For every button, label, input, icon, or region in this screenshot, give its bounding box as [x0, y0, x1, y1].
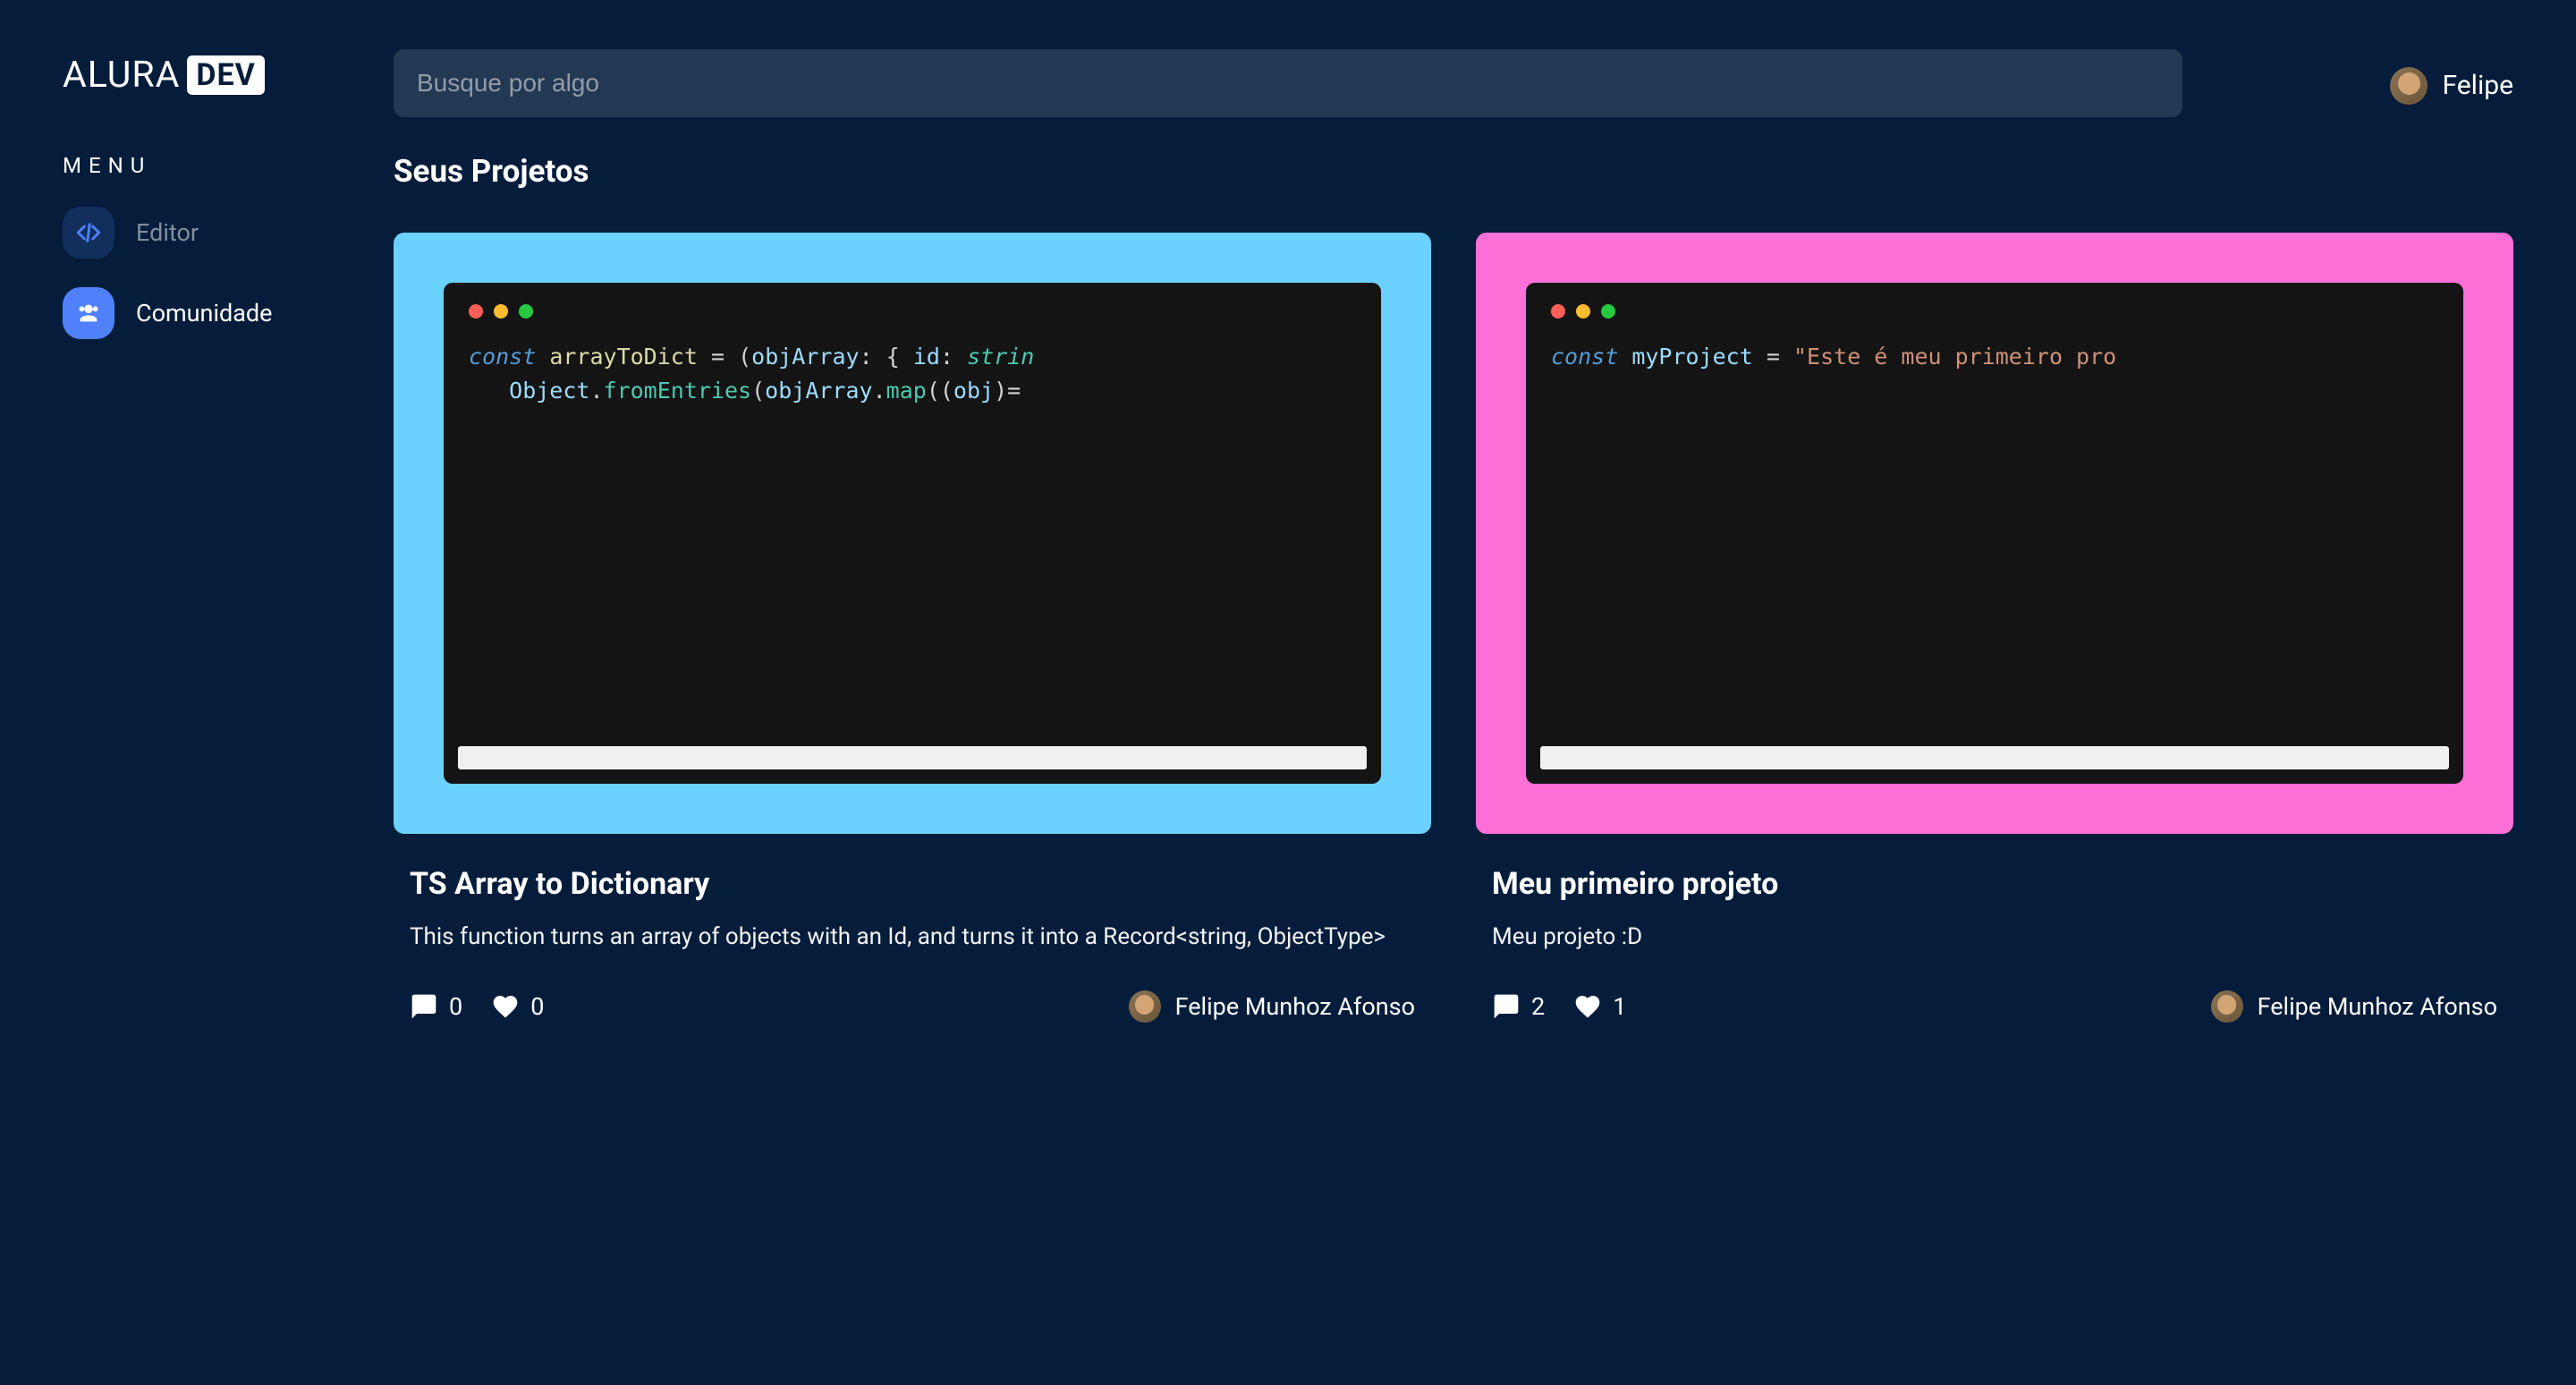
- code-content: const myProject = "Este é meu primeiro p…: [1526, 333, 2463, 746]
- likes-stat[interactable]: 0: [491, 992, 544, 1021]
- code-window: const arrayToDict = (objArray: { id: str…: [444, 283, 1381, 784]
- code-icon: [63, 207, 114, 259]
- main-content: Seus Projetos const arrayToDict = (objAr…: [394, 153, 2576, 1075]
- comments-count: 2: [1531, 992, 1545, 1021]
- project-description: This function turns an array of objects …: [410, 920, 1415, 955]
- heart-icon: [1573, 992, 1602, 1021]
- project-author[interactable]: Felipe Munhoz Afonso: [1129, 990, 1415, 1023]
- window-maximize-icon: [519, 304, 533, 319]
- author-name: Felipe Munhoz Afonso: [2258, 992, 2497, 1021]
- user-name: Felipe: [2442, 70, 2513, 101]
- likes-count: 1: [1613, 992, 1626, 1021]
- sidebar-item-community[interactable]: Comunidade: [63, 287, 358, 339]
- avatar: [2390, 67, 2428, 105]
- comments-stat[interactable]: 0: [410, 992, 462, 1021]
- horizontal-scrollbar[interactable]: [458, 746, 1367, 769]
- logo-text: ALURA: [63, 54, 180, 97]
- sidebar: MENU Editor Comunidade: [0, 153, 358, 1075]
- code-window: const myProject = "Este é meu primeiro p…: [1526, 283, 2463, 784]
- sidebar-item-label: Editor: [136, 218, 199, 247]
- horizontal-scrollbar[interactable]: [1540, 746, 2449, 769]
- project-title: TS Array to Dictionary: [410, 866, 1415, 902]
- author-avatar: [1129, 990, 1161, 1023]
- logo[interactable]: ALURA DEV: [63, 54, 358, 97]
- window-controls: [444, 283, 1381, 333]
- comments-stat[interactable]: 2: [1492, 992, 1545, 1021]
- project-title: Meu primeiro projeto: [1492, 866, 2497, 902]
- author-name: Felipe Munhoz Afonso: [1175, 992, 1415, 1021]
- users-icon: [63, 287, 114, 339]
- comments-count: 0: [449, 992, 462, 1021]
- window-close-icon: [469, 304, 483, 319]
- window-minimize-icon: [1576, 304, 1590, 319]
- project-card[interactable]: const arrayToDict = (objArray: { id: str…: [394, 233, 1431, 1039]
- window-controls: [1526, 283, 2463, 333]
- sidebar-item-label: Comunidade: [136, 299, 272, 327]
- sidebar-item-editor[interactable]: Editor: [63, 207, 358, 259]
- logo-badge: DEV: [187, 55, 264, 95]
- likes-count: 0: [530, 992, 544, 1021]
- project-author[interactable]: Felipe Munhoz Afonso: [2211, 990, 2497, 1023]
- window-minimize-icon: [494, 304, 508, 319]
- search-input[interactable]: [394, 49, 2182, 117]
- code-content: const arrayToDict = (objArray: { id: str…: [444, 333, 1381, 746]
- comment-icon: [410, 992, 438, 1021]
- code-preview-frame: const myProject = "Este é meu primeiro p…: [1476, 233, 2513, 834]
- likes-stat[interactable]: 1: [1573, 992, 1626, 1021]
- comment-icon: [1492, 992, 1521, 1021]
- author-avatar: [2211, 990, 2243, 1023]
- projects-grid: const arrayToDict = (objArray: { id: str…: [394, 233, 2513, 1039]
- project-description: Meu projeto :D: [1492, 920, 2497, 955]
- heart-icon: [491, 992, 520, 1021]
- project-card[interactable]: const myProject = "Este é meu primeiro p…: [1476, 233, 2513, 1039]
- window-close-icon: [1551, 304, 1565, 319]
- page-title: Seus Projetos: [394, 153, 2513, 190]
- window-maximize-icon: [1601, 304, 1615, 319]
- user-profile[interactable]: Felipe: [2390, 54, 2513, 117]
- menu-label: MENU: [63, 153, 358, 178]
- code-preview-frame: const arrayToDict = (objArray: { id: str…: [394, 233, 1431, 834]
